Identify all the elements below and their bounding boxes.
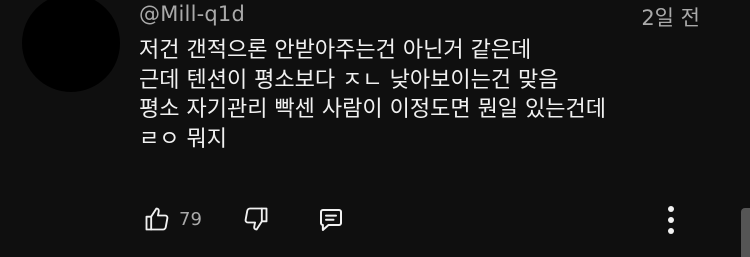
dislike-button[interactable] bbox=[242, 205, 270, 233]
comment-author[interactable]: @Mill-q1d bbox=[139, 2, 245, 26]
reply-comment-icon bbox=[316, 205, 346, 235]
avatar[interactable] bbox=[22, 0, 120, 92]
more-vertical-icon bbox=[666, 204, 676, 236]
thumbs-down-icon bbox=[242, 205, 270, 233]
comment-actions: 79 bbox=[0, 201, 750, 241]
like-count: 79 bbox=[179, 208, 202, 230]
comment-line: 근데 텐션이 평소보다 ㅈㄴ 낮아보이는건 맞음 bbox=[139, 67, 559, 93]
like-button[interactable]: 79 bbox=[143, 205, 202, 233]
thumbs-up-icon bbox=[143, 205, 171, 233]
comment-timestamp[interactable]: 2일 전 bbox=[641, 2, 700, 32]
scrollbar[interactable] bbox=[741, 208, 750, 257]
reply-button[interactable] bbox=[316, 205, 346, 235]
comment-line: 평소 자기관리 빡센 사람이 이정도면 뭔일 있는건데 bbox=[139, 97, 607, 122]
comment-line: ㄹㅇ 뭐지 bbox=[139, 126, 227, 152]
more-options-button[interactable] bbox=[660, 203, 682, 237]
comment-line: 저건 갠적으론 안받아주는건 아닌거 같은데 bbox=[139, 38, 532, 63]
comment-thread: @Mill-q1d 2일 전 저건 갠적으론 안받아주는건 아닌거 같은데 근데… bbox=[0, 0, 750, 257]
comment-body: 저건 갠적으론 안받아주는건 아닌거 같은데 근데 텐션이 평소보다 ㅈㄴ 낮아… bbox=[139, 36, 719, 154]
